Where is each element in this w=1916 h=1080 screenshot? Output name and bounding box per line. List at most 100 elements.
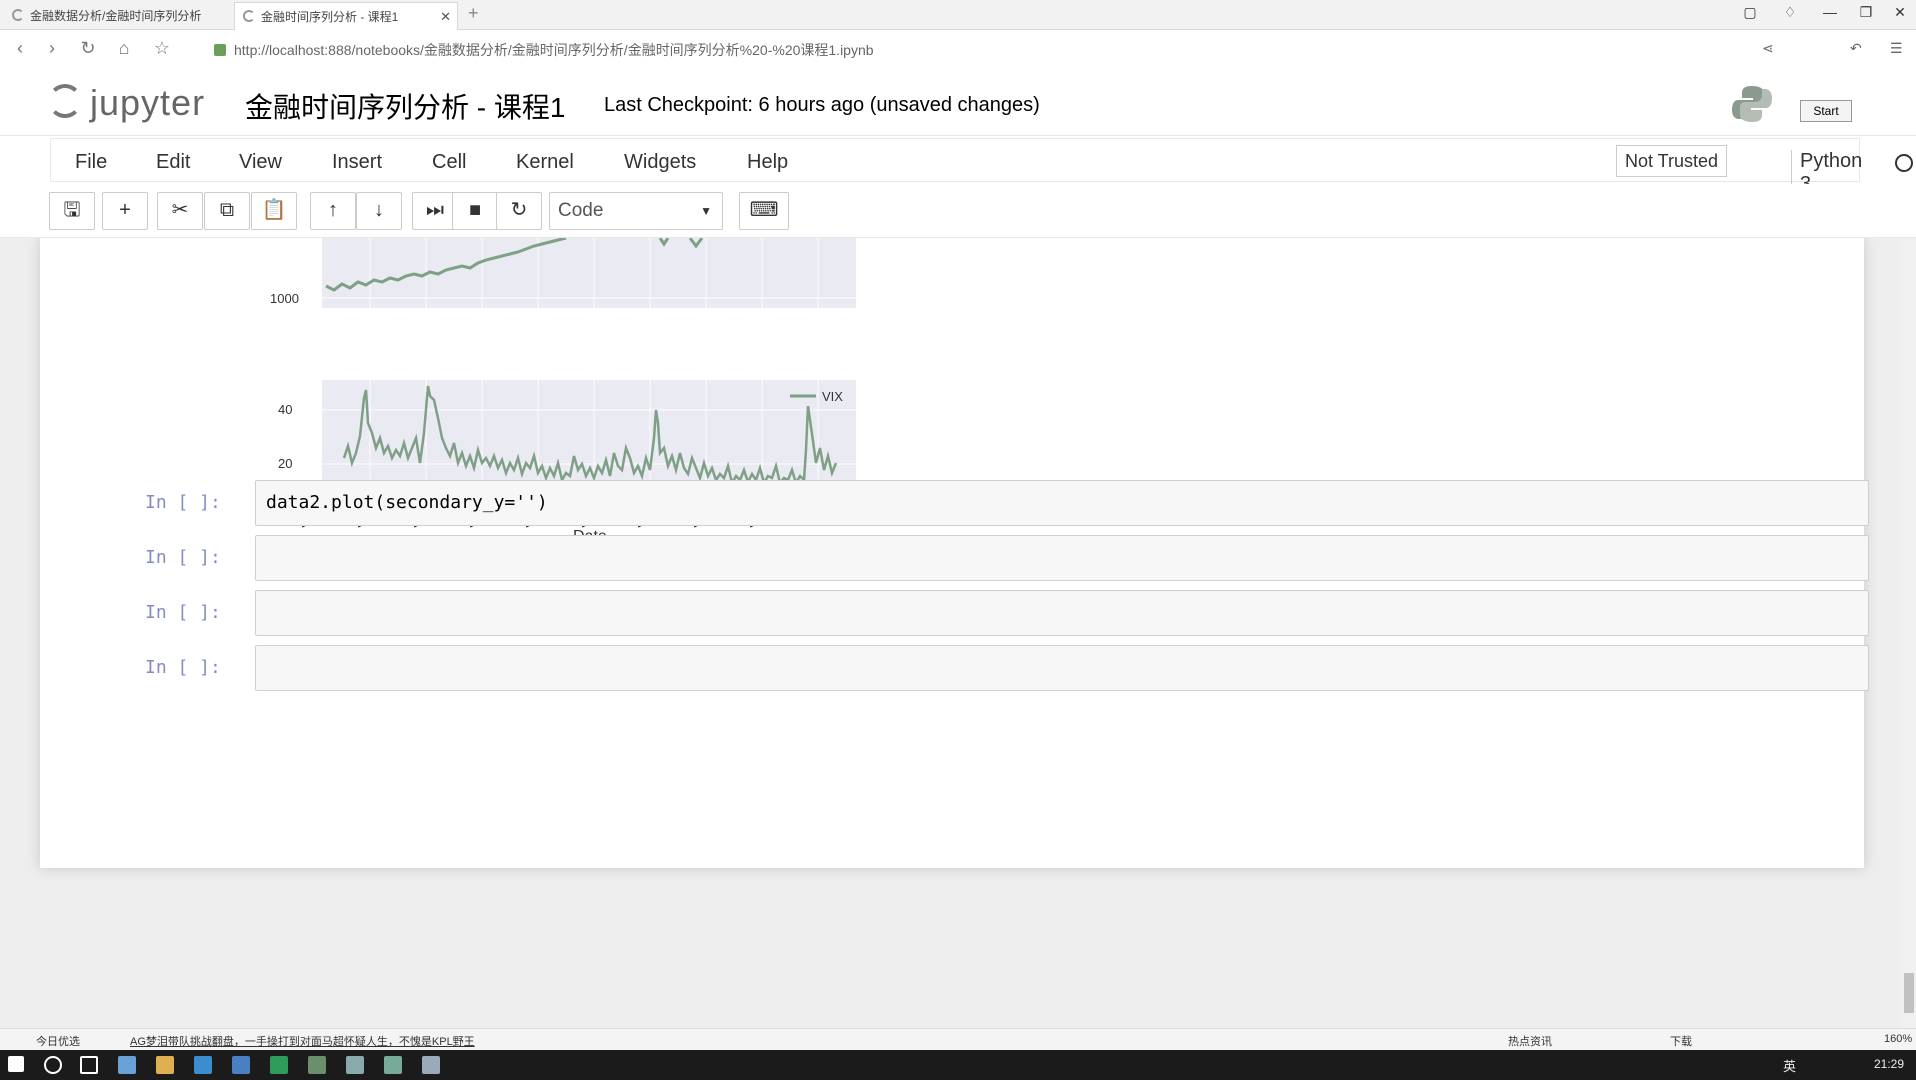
menu-insert[interactable]: Insert: [332, 151, 382, 174]
app-icon[interactable]: [422, 1056, 440, 1074]
cell-prompt: In [ ]:: [145, 492, 221, 513]
scroll-thumb[interactable]: [1904, 973, 1914, 1013]
code-cell[interactable]: In [ ]:: [135, 535, 1871, 583]
menu-container: File Edit View Insert Cell Kernel Widget…: [50, 138, 1913, 196]
vix-tick-20: 20: [278, 456, 292, 471]
app-icon[interactable]: [308, 1056, 326, 1074]
menu-edit[interactable]: Edit: [156, 151, 190, 174]
python-logo-icon: [1732, 86, 1772, 122]
code-input[interactable]: [255, 590, 1869, 636]
jupyter-header: jupyter 金融时间序列分析 - 课程1 Last Checkpoint: …: [0, 70, 1916, 136]
tab-label: 金融时间序列分析 - 课程1: [261, 10, 399, 24]
url-field[interactable]: http://localhost:888/notebooks/金融数据分析/金融…: [210, 38, 1650, 62]
back-icon[interactable]: ‹: [8, 38, 32, 59]
close-icon[interactable]: ✕: [440, 3, 451, 30]
hot-news-link[interactable]: 热点资讯: [1508, 1033, 1552, 1049]
upper-tick-1000: 1000: [270, 291, 299, 306]
loading-icon: [243, 10, 255, 22]
keyboard-icon[interactable]: ⌨: [739, 192, 789, 230]
cell-prompt: In [ ]:: [145, 657, 221, 678]
home-icon[interactable]: ⌂: [112, 38, 136, 59]
zoom-level[interactable]: 160%: [1884, 1033, 1912, 1045]
paste-icon[interactable]: 📋: [251, 192, 297, 230]
interrupt-icon[interactable]: ■: [452, 192, 498, 230]
menu-icon[interactable]: ☰: [1890, 40, 1903, 57]
shirt-icon[interactable]: ♢: [1780, 4, 1800, 21]
notebook-title[interactable]: 金融时间序列分析 - 课程1: [245, 86, 565, 126]
code-cell[interactable]: In [ ]:: [135, 645, 1871, 693]
menu-widgets[interactable]: Widgets: [624, 151, 696, 174]
code-input[interactable]: [255, 645, 1869, 691]
cell-prompt: In [ ]:: [145, 547, 221, 568]
add-cell-icon[interactable]: +: [102, 192, 148, 230]
upper-plot: 1000: [270, 238, 856, 308]
share-icon[interactable]: ⋖: [1762, 40, 1774, 57]
kernel-idle-icon: [1895, 154, 1913, 172]
new-tab-icon[interactable]: +: [468, 3, 479, 24]
windows-taskbar: 英 21:29: [0, 1050, 1916, 1080]
task-view-icon[interactable]: [80, 1056, 98, 1074]
jupyter-logo-icon: [48, 84, 82, 118]
cell-type-value: Code: [558, 200, 604, 221]
input-language[interactable]: 英: [1783, 1056, 1796, 1075]
cell-prompt: In [ ]:: [145, 602, 221, 623]
start-button[interactable]: Start: [1800, 100, 1852, 122]
news-headline-link[interactable]: AG梦泪带队挑战翻盘，一手操打到对面马超怀疑人生，不愧是KPL野王: [130, 1033, 475, 1049]
undo-icon[interactable]: ↶: [1850, 40, 1862, 57]
menu-help[interactable]: Help: [747, 151, 788, 174]
move-up-icon[interactable]: ↑: [310, 192, 356, 230]
browser-tab-1[interactable]: 金融数据分析/金融时间序列分析: [4, 2, 232, 30]
jupyter-wordmark: jupyter: [90, 82, 206, 123]
chevron-down-icon: ▼: [700, 204, 712, 218]
address-bar: ‹ › ↻ ⌂ ☆ http://localhost:888/notebooks…: [0, 30, 1916, 70]
star-icon[interactable]: ☆: [150, 38, 174, 59]
not-trusted-button[interactable]: Not Trusted: [1616, 145, 1728, 177]
tab-label: 金融数据分析/金融时间序列分析: [30, 9, 202, 23]
menu-cell[interactable]: Cell: [432, 151, 466, 174]
notebook-area: 1000 VIX 40 20 2010 2011 2012: [0, 238, 1916, 1028]
notebook-toolbar: 🖫 + ✂ ⧉ 📋 ↑ ↓ ⏭ ■ ↻ Code ▼ ⌨: [0, 184, 1916, 238]
notebook-page: 1000 VIX 40 20 2010 2011 2012: [40, 238, 1869, 868]
app-icon[interactable]: [232, 1056, 250, 1074]
code-input[interactable]: data2.plot(secondary_y=''): [255, 480, 1869, 526]
app-icon[interactable]: [346, 1056, 364, 1074]
maximize-icon[interactable]: ❐: [1856, 4, 1876, 21]
app-icon[interactable]: [384, 1056, 402, 1074]
browser-app-icon[interactable]: [118, 1056, 136, 1074]
legend-label: VIX: [822, 389, 843, 404]
menu-file[interactable]: File: [75, 151, 107, 174]
badge-icon[interactable]: ▢: [1740, 4, 1760, 21]
checkpoint-status: Last Checkpoint: 6 hours ago (unsaved ch…: [604, 94, 1040, 116]
restart-icon[interactable]: ↻: [496, 192, 542, 230]
code-input[interactable]: [255, 535, 1869, 581]
cut-icon[interactable]: ✂: [157, 192, 203, 230]
minimize-icon[interactable]: —: [1820, 4, 1840, 20]
menu-view[interactable]: View: [239, 151, 282, 174]
cell-type-select[interactable]: Code ▼: [549, 192, 723, 230]
folder-app-icon[interactable]: [156, 1056, 174, 1074]
download-link[interactable]: 下载: [1670, 1033, 1692, 1049]
menu-bar: File Edit View Insert Cell Kernel Widget…: [0, 136, 1916, 196]
url-text: http://localhost:888/notebooks/金融数据分析/金融…: [234, 42, 874, 58]
copy-icon[interactable]: ⧉: [204, 192, 250, 230]
reload-icon[interactable]: ↻: [76, 38, 100, 59]
code-cell[interactable]: In [ ]: data2.plot(secondary_y=''): [135, 480, 1871, 528]
move-down-icon[interactable]: ↓: [356, 192, 402, 230]
app-icon[interactable]: [194, 1056, 212, 1074]
shield-icon: [214, 44, 226, 56]
jupyter-logo[interactable]: jupyter: [46, 78, 226, 128]
save-icon[interactable]: 🖫: [49, 192, 95, 230]
browser-tab-2[interactable]: 金融时间序列分析 - 课程1 ✕: [234, 2, 458, 30]
window-close-icon[interactable]: ✕: [1890, 4, 1910, 21]
menu-kernel[interactable]: Kernel: [516, 151, 574, 174]
windows-start-icon[interactable]: [8, 1056, 24, 1072]
code-cell[interactable]: In [ ]:: [135, 590, 1871, 638]
today-picks-link[interactable]: 今日优选: [36, 1033, 80, 1049]
search-icon[interactable]: [44, 1056, 62, 1074]
app-icon[interactable]: [270, 1056, 288, 1074]
browser-tab-strip: 金融数据分析/金融时间序列分析 金融时间序列分析 - 课程1 ✕ + ▢ ♢ —…: [0, 0, 1916, 30]
forward-icon[interactable]: ›: [40, 38, 64, 59]
browser-status-strip: 今日优选 AG梦泪带队挑战翻盘，一手操打到对面马超怀疑人生，不愧是KPL野王 热…: [0, 1028, 1916, 1050]
page-scrollbar[interactable]: [1900, 238, 1916, 1028]
taskbar-clock[interactable]: 21:29: [1874, 1057, 1904, 1071]
